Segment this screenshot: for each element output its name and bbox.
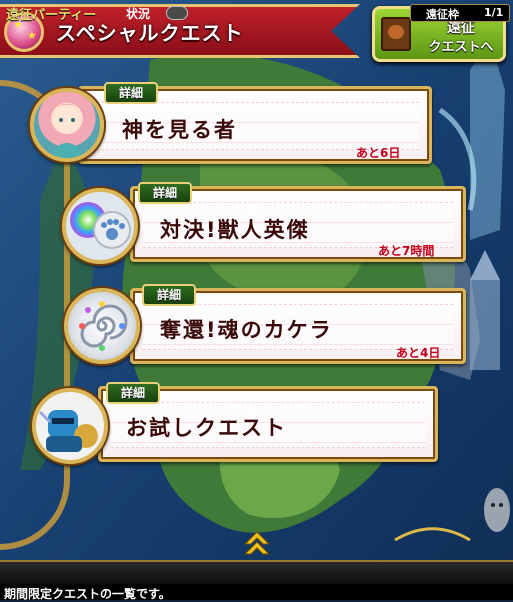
message-text: 期間限定クエストの一覧です。 xyxy=(4,587,171,601)
quest-name: 対決!獣人英傑 xyxy=(160,218,310,242)
goddess-portrait-icon[interactable] xyxy=(30,88,104,162)
expedition-slot-label: 遠征枠 xyxy=(426,8,459,21)
detail-button[interactable]: 詳細 xyxy=(106,382,160,404)
quest-name: お試しクエスト xyxy=(126,416,287,440)
quest-name: 神を見る者 xyxy=(122,118,237,142)
armored-knight-icon[interactable] xyxy=(32,388,108,464)
quest-time-left: あと7時間 xyxy=(378,244,435,258)
quest-name: 奪還!魂のカケラ xyxy=(160,318,333,342)
bottom-status-bar: 遠征パーティー 状況 遠征枠 1/1 xyxy=(0,4,513,584)
beast-orb-icon[interactable] xyxy=(62,188,138,264)
detail-button[interactable]: 詳細 xyxy=(104,82,158,104)
expedition-party-label[interactable]: 遠征パーティー xyxy=(6,4,96,23)
quest-time-left: あと6日 xyxy=(356,146,401,160)
expedition-slot-count: 1/1 xyxy=(484,6,504,19)
status-label: 状況 xyxy=(126,7,151,21)
detail-button[interactable]: 詳細 xyxy=(142,284,196,306)
detail-button[interactable]: 詳細 xyxy=(138,182,192,204)
status-toggle[interactable] xyxy=(166,6,188,20)
expedition-button-label-2: クエストへ xyxy=(428,40,494,55)
quest-book-icon xyxy=(381,17,411,51)
quest-time-left: あと4日 xyxy=(396,346,441,360)
scroll-up-arrow-icon[interactable] xyxy=(243,530,271,556)
spiral-soul-orb-icon[interactable] xyxy=(64,288,140,364)
